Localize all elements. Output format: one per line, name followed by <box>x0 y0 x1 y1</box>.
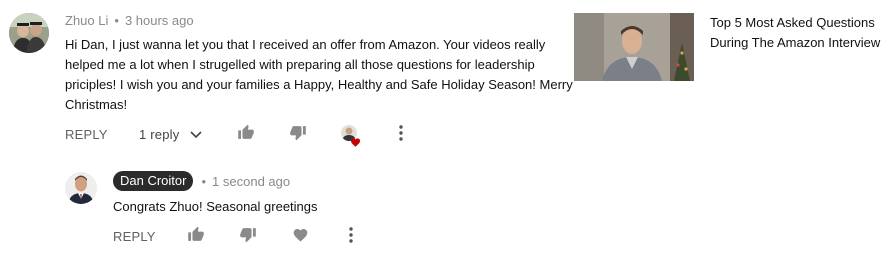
reply-button[interactable]: REPLY <box>65 127 108 142</box>
reply-like-button[interactable] <box>185 226 207 248</box>
reply-more-actions-button[interactable] <box>344 226 358 248</box>
video-title[interactable]: Top 5 Most Asked Questions During The Am… <box>710 13 885 53</box>
creator-author-badge[interactable]: Dan Croitor <box>113 171 194 191</box>
comment-header: Zhuo Li • 3 hours ago <box>65 13 194 28</box>
video-thumbnail[interactable] <box>574 13 694 81</box>
like-button[interactable] <box>235 124 257 146</box>
thumbs-down-icon <box>289 124 307 146</box>
reply-timestamp[interactable]: 1 second ago <box>212 174 290 189</box>
chevron-down-icon <box>190 130 202 139</box>
more-vert-icon <box>399 124 403 146</box>
creator-heart-indicator[interactable] <box>341 125 363 147</box>
reply-text: Congrats Zhuo! Seasonal greetings <box>113 199 318 214</box>
commenter-avatar[interactable] <box>9 13 49 53</box>
comment-author[interactable]: Zhuo Li <box>65 13 108 28</box>
dislike-button[interactable] <box>287 125 309 145</box>
comment-text: Hi Dan, I just wanna let you that I rece… <box>65 37 573 112</box>
replies-count-label: 1 reply <box>139 127 180 142</box>
reply-dislike-button[interactable] <box>237 227 259 247</box>
more-vert-icon <box>349 226 353 248</box>
view-replies-toggle[interactable]: 1 reply <box>139 127 202 142</box>
thumbs-down-icon <box>239 226 257 248</box>
reply-author-avatar[interactable] <box>65 172 97 204</box>
heart-icon <box>292 227 309 247</box>
thumbs-up-icon <box>187 226 205 248</box>
reply-meta: • 1 second ago <box>195 174 290 189</box>
comment-more-actions-button[interactable] <box>394 124 408 146</box>
comment-timestamp[interactable]: 3 hours ago <box>125 13 194 28</box>
reply-header: Dan Croitor • 1 second ago <box>113 171 290 191</box>
separator-dot: • <box>114 13 119 28</box>
reply-reply-button[interactable]: REPLY <box>113 229 156 244</box>
separator-dot: • <box>201 173 207 189</box>
reply-heart-button[interactable] <box>289 227 311 247</box>
heart-icon <box>350 134 361 152</box>
thumbs-up-icon <box>237 124 255 146</box>
